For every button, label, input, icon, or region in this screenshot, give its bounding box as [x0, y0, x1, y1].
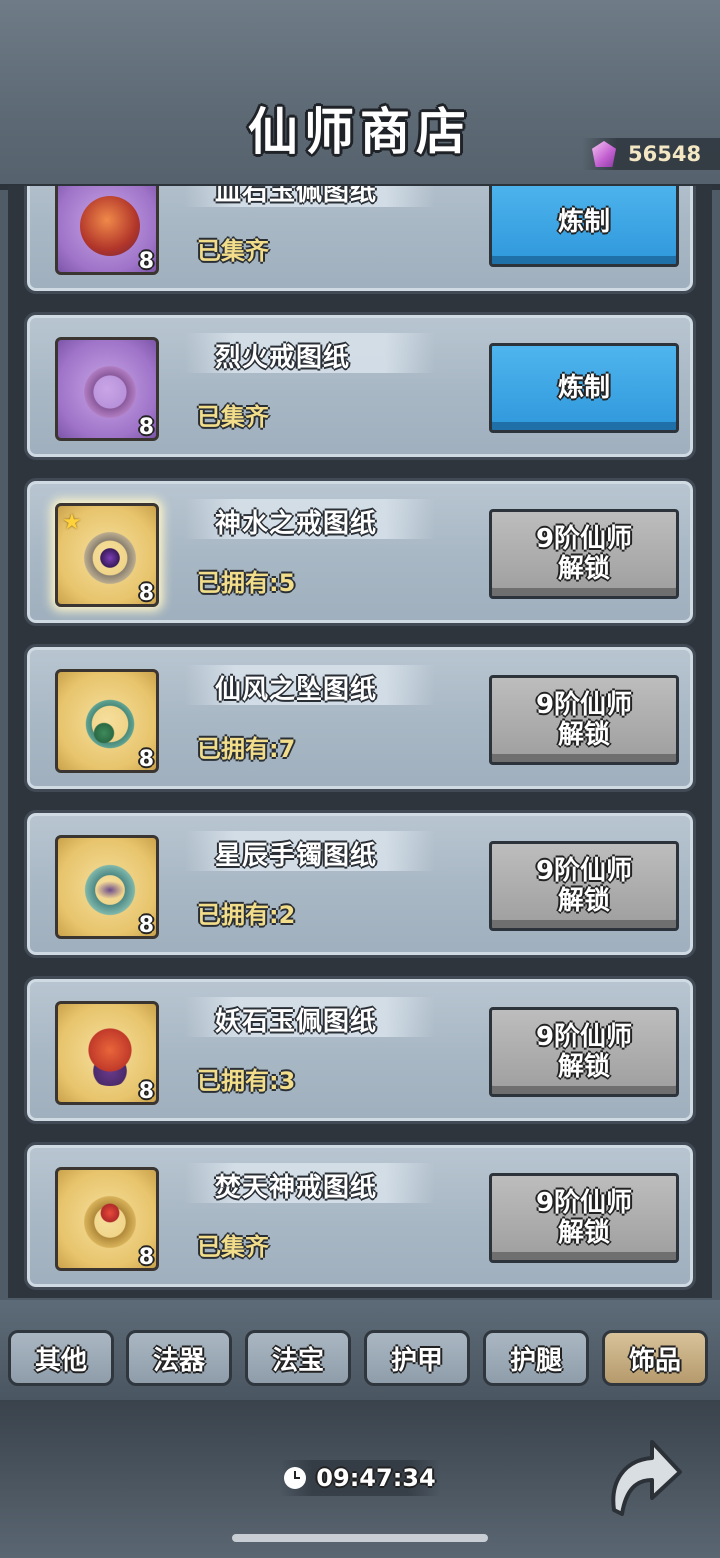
item-status: 已集齐	[197, 237, 269, 265]
unlock-button[interactable]: 9阶仙师 解锁	[489, 1173, 679, 1263]
gold-scroll-icon: ★ 8	[55, 503, 159, 607]
item-icon: ★ 8	[55, 503, 159, 607]
fire-ring-icon	[80, 362, 140, 422]
item-count: 8	[138, 581, 154, 606]
timer-text: 09:47:34	[316, 1464, 436, 1492]
clock-icon	[284, 1467, 307, 1489]
item-icon: 8	[55, 1001, 159, 1105]
item-status: 已集齐	[197, 1233, 269, 1261]
refresh-timer: 09:47:34	[280, 1460, 440, 1496]
list-item: 8 星辰手镯图纸 已拥有:2 9阶仙师 解锁	[24, 810, 696, 958]
item-name: 焚天神戒图纸	[215, 1173, 378, 1203]
item-status: 已集齐	[197, 403, 269, 431]
list-item: 8 烈火戒图纸 已集齐 炼制	[24, 312, 696, 460]
star-icon: ★	[62, 510, 82, 535]
back-arrow-icon	[611, 1440, 682, 1516]
item-count: 8	[138, 913, 154, 938]
unlock-button[interactable]: 9阶仙师 解锁	[489, 1007, 679, 1097]
star-bracelet-icon	[80, 860, 140, 920]
gold-scroll-icon: 8	[55, 1167, 159, 1271]
item-icon: 8	[55, 835, 159, 939]
item-count: 8	[138, 1079, 154, 1104]
item-count: 8	[138, 249, 154, 274]
demon-jade-pendant-icon	[80, 1026, 140, 1086]
back-button[interactable]	[600, 1432, 684, 1526]
home-indicator	[232, 1534, 488, 1542]
item-icon: 8	[55, 1167, 159, 1271]
blood-jade-pendant-icon	[80, 196, 140, 256]
immortal-wind-pendant-icon	[80, 694, 140, 754]
tab-leg-armor[interactable]: 护腿	[483, 1330, 589, 1386]
item-name: 仙风之坠图纸	[215, 675, 378, 705]
tab-armor[interactable]: 护甲	[364, 1330, 470, 1386]
purple-scroll-icon: 8	[55, 337, 159, 441]
divine-water-ring-icon	[80, 528, 140, 588]
item-icon: 8	[55, 669, 159, 773]
purple-scroll-icon: 8	[55, 186, 159, 275]
category-tabs: 其他 法器 法宝 护甲 护腿 饰品	[0, 1300, 720, 1400]
item-list[interactable]: 8 血石玉佩图纸 已集齐 炼制 8 烈火戒图纸 已集齐 炼制 ★ 8 神水之戒图…	[8, 186, 712, 1298]
list-item: 8 妖石玉佩图纸 已拥有:3 9阶仙师 解锁	[24, 976, 696, 1124]
item-name: 血石玉佩图纸	[215, 186, 378, 207]
item-name: 星辰手镯图纸	[215, 841, 378, 871]
gold-scroll-icon: 8	[55, 1001, 159, 1105]
item-count: 8	[138, 1245, 154, 1270]
gold-scroll-icon: 8	[55, 835, 159, 939]
tab-treasure[interactable]: 法宝	[245, 1330, 351, 1386]
currency-display: 56548	[582, 138, 720, 170]
unlock-button[interactable]: 9阶仙师 解锁	[489, 509, 679, 599]
item-status: 已拥有:2	[197, 901, 296, 929]
item-name: 烈火戒图纸	[215, 343, 351, 373]
craft-button[interactable]: 炼制	[489, 343, 679, 433]
tab-accessory[interactable]: 饰品	[602, 1330, 708, 1386]
item-status: 已拥有:5	[197, 569, 296, 597]
tab-other[interactable]: 其他	[8, 1330, 114, 1386]
item-icon: 8	[55, 337, 159, 441]
list-item: 8 仙风之坠图纸 已拥有:7 9阶仙师 解锁	[24, 644, 696, 792]
gem-icon	[592, 141, 616, 167]
item-count: 8	[138, 415, 154, 440]
sky-burning-ring-icon	[80, 1192, 140, 1252]
unlock-button[interactable]: 9阶仙师 解锁	[489, 675, 679, 765]
list-item: 8 血石玉佩图纸 已集齐 炼制	[24, 186, 696, 294]
item-status: 已拥有:3	[197, 1067, 296, 1095]
craft-button[interactable]: 炼制	[489, 186, 679, 267]
gold-scroll-icon: 8	[55, 669, 159, 773]
unlock-button[interactable]: 9阶仙师 解锁	[489, 841, 679, 931]
list-item: 8 焚天神戒图纸 已集齐 9阶仙师 解锁	[24, 1142, 696, 1290]
item-status: 已拥有:7	[197, 735, 296, 763]
item-name: 神水之戒图纸	[215, 509, 378, 539]
item-name: 妖石玉佩图纸	[215, 1007, 378, 1037]
item-icon: 8	[55, 186, 159, 275]
item-count: 8	[138, 747, 154, 772]
currency-value: 56548	[628, 142, 702, 166]
list-item: ★ 8 神水之戒图纸 已拥有:5 9阶仙师 解锁	[24, 478, 696, 626]
tab-magic-tool[interactable]: 法器	[126, 1330, 232, 1386]
